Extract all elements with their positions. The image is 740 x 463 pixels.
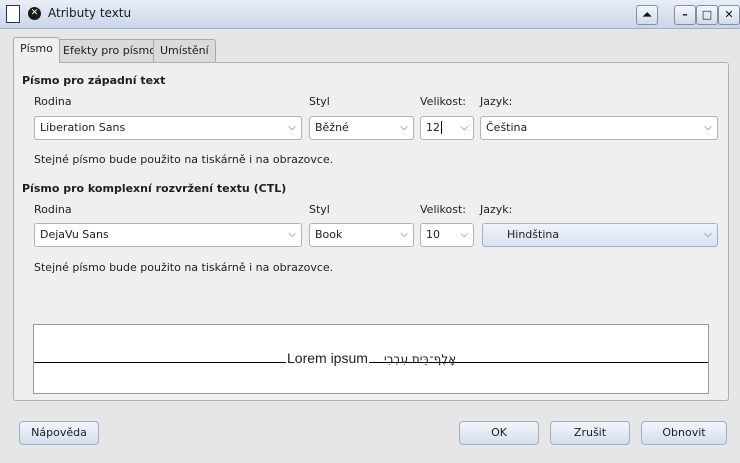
western-language-value: Čeština	[486, 121, 528, 134]
western-section-title: Písmo pro západní text	[22, 74, 166, 87]
chevron-down-icon: ⌵	[288, 122, 296, 133]
western-family-value: Liberation Sans	[40, 121, 126, 134]
western-family-label: Rodina	[34, 95, 72, 108]
chevron-down-icon: ⌵	[704, 122, 712, 133]
window-title: Atributy textu	[48, 6, 132, 20]
shade-button[interactable]: ⏶	[636, 5, 658, 25]
chevron-down-icon: ⌵	[400, 122, 408, 133]
ctl-section-title: Písmo pro komplexní rozvržení textu (CTL…	[22, 182, 287, 195]
chevron-down-icon: ⌵	[288, 229, 296, 240]
preview-latin-text: Lorem ipsum	[286, 350, 369, 366]
close-button[interactable]: ✕	[718, 5, 740, 25]
western-language-combo[interactable]: Čeština ⌵	[480, 116, 718, 140]
ctl-family-label: Rodina	[34, 203, 72, 216]
chevron-down-icon: ⌵	[460, 122, 468, 133]
cancel-button[interactable]: Zrušit	[550, 421, 630, 445]
maximize-button[interactable]: □	[696, 5, 718, 25]
western-language-label: Jazyk:	[480, 95, 513, 108]
ctl-info-text: Stejné písmo bude použito na tiskárně i …	[34, 261, 334, 274]
western-family-combo[interactable]: Liberation Sans ⌵	[34, 116, 302, 140]
preview-baseline	[34, 362, 708, 363]
window-menu-icon[interactable]: ✕	[28, 7, 41, 20]
chevron-down-icon: ⌵	[460, 229, 468, 240]
font-panel: Písmo pro západní text Rodina Styl Velik…	[13, 62, 729, 401]
tab-position[interactable]: Umístění	[153, 39, 216, 62]
western-style-combo[interactable]: Běžné ⌵	[309, 116, 414, 140]
ctl-size-combo[interactable]: 10 ⌵	[420, 223, 474, 247]
ctl-style-value: Book	[315, 228, 343, 241]
western-style-label: Styl	[309, 95, 330, 108]
help-button[interactable]: Nápověda	[19, 421, 99, 445]
preview-ctl-text: אָלֶף־בֵּית עִבְרִי	[384, 352, 457, 366]
western-info-text: Stejné písmo bude použito na tiskárně i …	[34, 153, 334, 166]
ctl-family-value: DejaVu Sans	[40, 228, 109, 241]
chevron-down-icon: ⌵	[400, 229, 408, 240]
document-icon	[6, 5, 20, 23]
tab-font[interactable]: Písmo	[13, 37, 60, 63]
ctl-language-combo[interactable]: Hindština ⌵	[482, 223, 718, 247]
ctl-size-value: 10	[426, 228, 440, 241]
ctl-style-combo[interactable]: Book ⌵	[309, 223, 414, 247]
reset-button[interactable]: Obnovit	[641, 421, 727, 445]
minimize-button[interactable]: –	[674, 5, 696, 25]
title-bar: ✕ Atributy textu ⏶ – □ ✕	[0, 0, 740, 29]
ctl-style-label: Styl	[309, 203, 330, 216]
western-size-combo[interactable]: 12 ⌵	[420, 116, 474, 140]
western-size-label: Velikost:	[420, 95, 467, 108]
ok-button[interactable]: OK	[459, 421, 539, 445]
ctl-size-label: Velikost:	[420, 203, 467, 216]
tab-font-effects[interactable]: Efekty pro písmo	[56, 39, 163, 62]
western-style-value: Běžné	[315, 121, 349, 134]
ctl-family-combo[interactable]: DejaVu Sans ⌵	[34, 223, 302, 247]
chevron-down-icon: ⌵	[704, 229, 712, 240]
ctl-language-value: Hindština	[507, 228, 560, 241]
ctl-language-label: Jazyk:	[480, 203, 513, 216]
font-preview: Lorem ipsum אָלֶף־בֵּית עִבְרִי	[33, 324, 709, 394]
dialog-window: ✕ Atributy textu ⏶ – □ ✕ Písmo Efekty pr…	[0, 0, 740, 463]
western-size-value: 12	[426, 121, 440, 134]
